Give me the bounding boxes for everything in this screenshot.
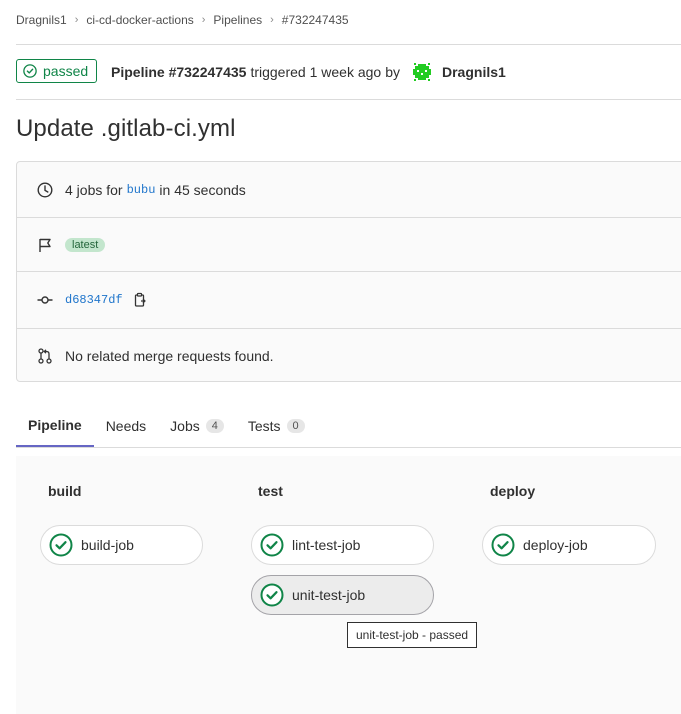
tab-jobs[interactable]: Jobs 4 [158, 405, 236, 446]
tags-row: latest [17, 218, 681, 271]
jobs-count-text: 4 jobs for [65, 181, 123, 198]
commit-row: d68347df [17, 272, 681, 328]
breadcrumb-user[interactable]: Dragnils1 [16, 13, 67, 27]
chevron-right-icon: › [201, 14, 206, 26]
status-success-icon [260, 583, 284, 607]
stage-title-build: build [48, 483, 82, 499]
stage-title-deploy: deploy [490, 483, 536, 499]
stage-title-test: test [258, 483, 283, 499]
breadcrumb-pipelines[interactable]: Pipelines [213, 13, 262, 27]
merge-request-icon [38, 348, 52, 364]
copy-commit-sha-button[interactable] [131, 292, 147, 308]
job-deploy-job[interactable]: deploy-job [482, 525, 656, 565]
commit-sha-link[interactable]: d68347df [65, 293, 123, 307]
divider [16, 44, 681, 45]
pipeline-header: Pipeline #732247435 triggered 1 week ago… [111, 62, 506, 82]
avatar[interactable] [412, 62, 432, 82]
clock-icon [37, 181, 53, 198]
latest-badge: latest [65, 237, 106, 252]
merge-requests-row: No related merge requests found. [17, 329, 681, 383]
chevron-right-icon: › [270, 14, 274, 26]
status-success-icon [49, 533, 73, 557]
breadcrumb-current[interactable]: #732247435 [282, 13, 349, 27]
branch-link[interactable]: bubu [127, 183, 156, 197]
merge-requests-text: No related merge requests found. [65, 348, 274, 364]
triggered-text: triggered 1 week ago [250, 64, 382, 80]
duration-text: in 45 seconds [159, 181, 246, 198]
pipeline-id: Pipeline #732247435 [111, 64, 247, 80]
job-name: build-job [81, 537, 134, 553]
status-badge[interactable]: passed [16, 59, 98, 83]
divider [16, 99, 681, 100]
commit-icon [37, 296, 53, 304]
breadcrumb: Dragnils1 › ci-cd-docker-actions › Pipel… [16, 13, 349, 27]
tab-tests[interactable]: Tests 0 [236, 405, 317, 446]
tests-count-badge: 0 [286, 418, 305, 433]
pipeline-graph: build test deploy build-job lint-test-jo… [16, 456, 681, 714]
tab-label: Tests [247, 417, 281, 434]
status-success-icon [260, 533, 284, 557]
pipeline-info-card: 4 jobs for bubu in 45 seconds latest d68… [16, 161, 681, 382]
by-text: by [385, 64, 400, 80]
job-name: unit-test-job [292, 587, 366, 603]
job-name: deploy-job [523, 537, 588, 553]
tab-label: Needs [105, 417, 147, 434]
tab-pipeline[interactable]: Pipeline [16, 405, 94, 447]
status-success-icon [491, 533, 515, 557]
page-title: Update .gitlab-ci.yml [16, 115, 236, 142]
pipeline-tabs: Pipeline Needs Jobs 4 Tests 0 [16, 405, 681, 448]
flag-icon [39, 238, 51, 252]
chevron-right-icon: › [74, 14, 79, 26]
tab-label: Pipeline [28, 417, 82, 433]
job-build-job[interactable]: build-job [40, 525, 203, 565]
tab-label: Jobs [170, 417, 200, 434]
status-label: passed [43, 63, 89, 79]
job-lint-test-job[interactable]: lint-test-job [251, 525, 434, 565]
author-name[interactable]: Dragnils1 [442, 64, 506, 80]
jobs-count-badge: 4 [205, 418, 224, 433]
tab-needs[interactable]: Needs [94, 405, 158, 446]
job-tooltip: unit-test-job - passed [347, 622, 478, 648]
status-success-icon [23, 64, 37, 78]
job-unit-test-job[interactable]: unit-test-job [251, 575, 434, 615]
breadcrumb-project[interactable]: ci-cd-docker-actions [86, 13, 193, 27]
job-name: lint-test-job [292, 537, 361, 553]
jobs-duration-row: 4 jobs for bubu in 45 seconds [17, 162, 681, 217]
